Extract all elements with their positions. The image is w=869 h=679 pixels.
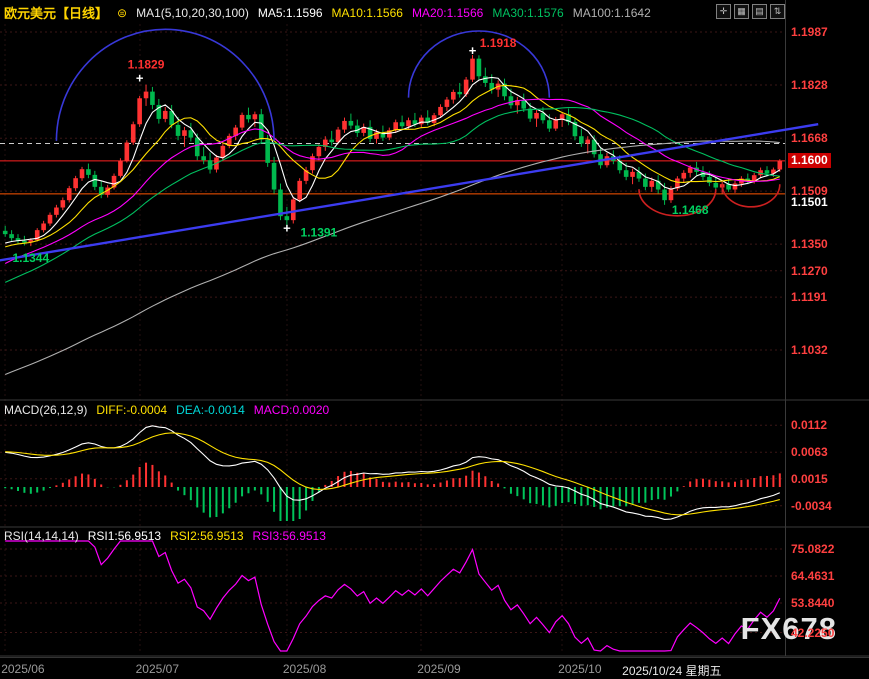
peak-marker-icon: + [136,71,144,86]
ma-params-label: MA1(5,10,20,30,100) [136,6,249,20]
symbol-title: 欧元美元【日线】 [4,3,108,22]
rsi-value-label-0: RSI1:56.9513 [88,529,161,543]
peak-marker-icon: + [283,220,291,235]
ma-value-label-1: MA10:1.1566 [332,6,403,20]
rsi-axis-label: 75.0822 [791,542,834,556]
indicator-settings-icon[interactable]: ⊜ [117,6,127,20]
macd-axis-label: -0.0034 [791,499,832,513]
price-axis-label: 1.1987 [791,25,828,39]
ma-value-label-3: MA30:1.1576 [492,6,563,20]
macd-value-label-0: DIFF:-0.0004 [96,403,167,417]
ma-value-label-2: MA20:1.1566 [412,6,483,20]
macd-axis-label: 0.0112 [791,418,827,432]
ma-value-label-4: MA100:1.1642 [573,6,651,20]
price-axis-label: 1.1668 [791,131,828,145]
macd-params-label: MACD(26,12,9) [4,403,87,417]
rsi-header: RSI(14,14,14) RSI1:56.9513RSI2:56.9513RS… [4,529,335,543]
date-axis-label[interactable]: 2025/09 [417,662,460,676]
rsi-axis-label: 42.2250 [791,626,834,640]
ma-value-label-0: MA5:1.1596 [258,6,323,20]
chart-canvas[interactable]: 1.1829+1.1918+1.1344+1.13911.1468 [0,0,869,679]
price-annotation: 1.1468 [672,203,709,217]
date-axis-label[interactable]: 2025/08 [283,662,326,676]
grid-layout-icon[interactable]: ▦ [734,4,749,19]
crosshair-icon[interactable]: ✛ [716,4,731,19]
price-axis-label: 1.1350 [791,237,828,251]
price-axis-label: 1.1270 [791,264,828,278]
price-axis-label: 1.1032 [791,343,828,357]
price-annotation: 1.1344 [12,251,49,265]
price-axis-label: 1.1191 [791,290,827,304]
scale-toggle-icon[interactable]: ⇅ [770,4,785,19]
ma-values: MA5:1.1596 MA10:1.1566 MA20:1.1566 MA30:1.1… [258,6,660,20]
main-chart-header: 欧元美元【日线】 ⊜ MA1(5,10,20,30,100) MA5:1.159… [4,3,660,22]
rsi-axis-label: 53.8440 [791,596,834,610]
rsi-value-label-2: RSI3:56.9513 [253,529,326,543]
support-level-label: 1.1501 [788,195,831,210]
rsi-axis-label: 64.4631 [791,569,834,583]
price-annotation: 1.1829 [128,58,165,72]
macd-values: DIFF:-0.0004 DEA:-0.0014 MACD:0.0020 [96,403,338,417]
last-price-badge: 1.1600 [788,153,831,168]
date-axis-label[interactable]: 2025/10 [558,662,601,676]
date-axis-label[interactable]: 2025/07 [136,662,179,676]
rsi-values: RSI1:56.9513 RSI2:56.9513 RSI3:56.9513 [88,529,335,543]
price-axis-label: 1.1828 [791,78,828,92]
price-annotation: 1.1391 [301,225,338,239]
date-axis-label[interactable]: 2025/06 [1,662,44,676]
macd-axis-label: 0.0063 [791,445,828,459]
macd-header: MACD(26,12,9) DIFF:-0.0004 DEA:-0.0014 MAC… [4,403,338,417]
rows-layout-icon[interactable]: ▤ [752,4,767,19]
macd-value-label-2: MACD:0.0020 [254,403,329,417]
price-annotation: 1.1918 [480,36,517,50]
date-axis-label[interactable]: 2025/10/24 星期五 [622,662,721,679]
peak-marker-icon: + [469,43,477,58]
macd-axis-label: 0.0015 [791,472,828,486]
rsi-params-label: RSI(14,14,14) [4,529,79,543]
rsi-value-label-1: RSI2:56.9513 [170,529,243,543]
chart-toolbar: ✛▦▤⇅ [716,4,785,19]
trading-chart-app: 1.1829+1.1918+1.1344+1.13911.1468 欧元美元【日… [0,0,869,679]
macd-value-label-1: DEA:-0.0014 [176,403,245,417]
